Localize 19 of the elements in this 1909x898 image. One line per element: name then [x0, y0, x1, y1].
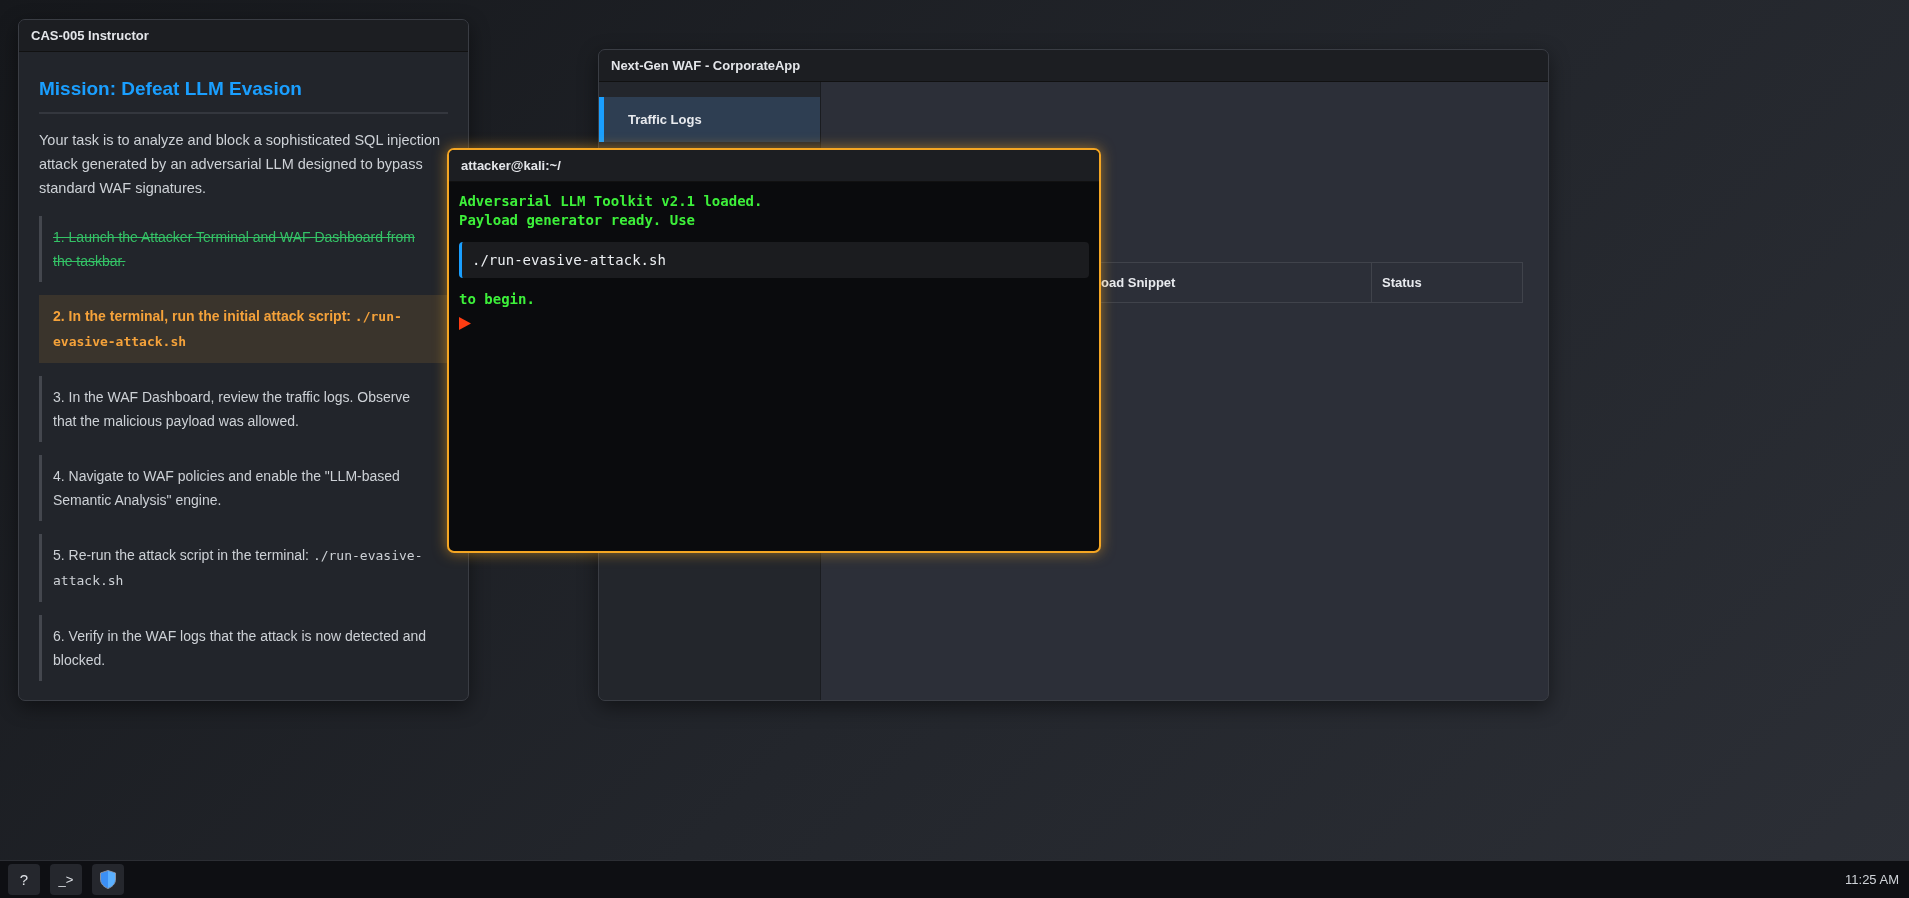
mission-description: Your task is to analyze and block a sophisticated SQL injection attack generated by an adversarial LLM designed to bypass standard WAF signatures. — [39, 131, 442, 198]
sidebar-item[interactable]: Traffic Logs — [599, 97, 820, 142]
clock: 11:25 AM — [1845, 872, 1900, 887]
column-header: Status — [1381, 274, 1423, 292]
window-title: CAS-005 Instructor — [19, 20, 468, 52]
mission-heading: Mission: Defeat LLM Evasion — [39, 68, 448, 114]
help-button[interactable]: ? — [8, 864, 40, 895]
mission-step: 6. Verify in the WAF logs that the attack is now detected and blocked. — [39, 615, 448, 681]
shield-icon — [100, 870, 116, 889]
terminal-output: to begin. — [459, 290, 536, 309]
shield-button[interactable] — [92, 864, 124, 895]
terminal-button[interactable]: _> — [50, 864, 82, 895]
prompt-icon — [459, 317, 471, 330]
mission-step: 2. In the terminal, run the initial attack script: ./run-evasive-attack.sh — [39, 295, 448, 363]
terminal-output: Adversarial LLM Toolkit v2.1 loaded. — [459, 192, 764, 211]
terminal-output: Payload generator ready. Use — [459, 211, 696, 230]
window-title: Next-Gen WAF - CorporateApp — [599, 50, 1548, 82]
window-title: attacker@kali:~/ — [449, 150, 1099, 182]
command-snippet: ./run-evasive-attack.sh — [459, 242, 1089, 278]
